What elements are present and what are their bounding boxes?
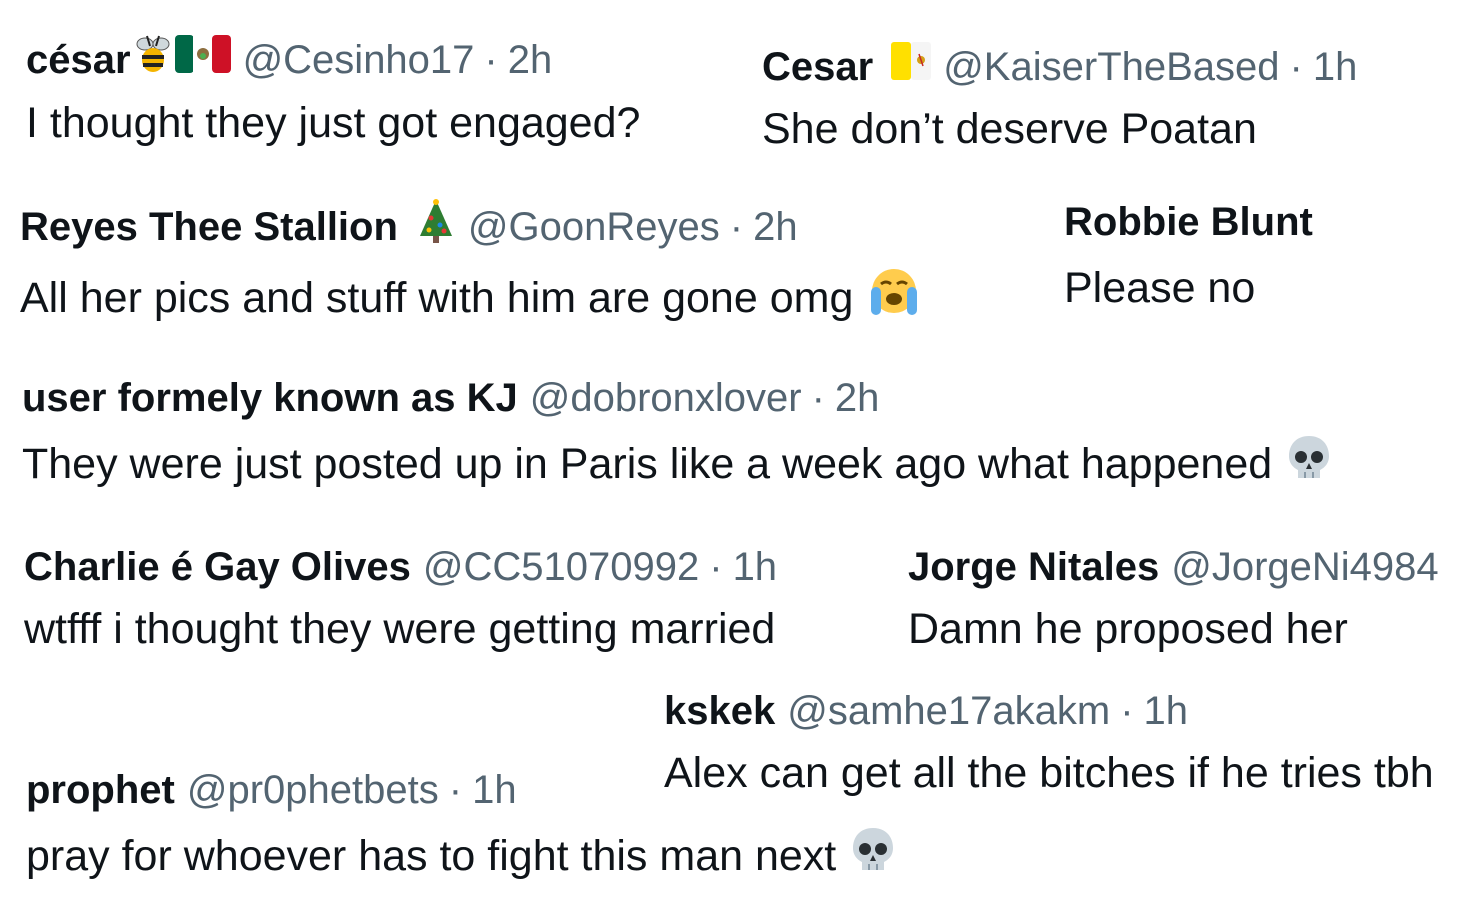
- user-handle[interactable]: @JorgeNi4984: [1171, 543, 1438, 591]
- reply-cesinho17: césar @Cesinho17 · 2h I thought they jus…: [26, 34, 640, 149]
- separator-dot: ·: [1120, 689, 1134, 733]
- reply-header: Charlie é Gay Olives @CC51070992 · 1h: [24, 543, 777, 591]
- reply-header: Cesar @KaiserTheBased · 1h: [762, 42, 1357, 91]
- display-name[interactable]: césar: [26, 36, 131, 84]
- display-name[interactable]: Reyes Thee Stallion: [20, 203, 398, 251]
- timestamp[interactable]: 2h: [508, 36, 553, 84]
- user-handle[interactable]: @CC51070992: [423, 543, 699, 591]
- separator-dot: ·: [484, 37, 498, 82]
- separator-dot: ·: [729, 204, 744, 249]
- skull-icon: [1286, 434, 1332, 494]
- separator-dot: ·: [709, 545, 723, 589]
- reply-header: kskek @samhe17akakm · 1h: [664, 687, 1434, 735]
- reply-goonreyes: Reyes Thee Stallion @GoonReyes · 2h All …: [20, 198, 921, 329]
- reply-header: Robbie Blunt: [1064, 198, 1364, 246]
- reply-cc51070992: Charlie é Gay Olives @CC51070992 · 1h wt…: [24, 543, 777, 655]
- reply-text: pray for whoever has to fight this man n…: [26, 832, 837, 880]
- display-name[interactable]: user formely known as KJ: [22, 374, 518, 422]
- reply-text-row: pray for whoever has to fight this man n…: [26, 826, 896, 886]
- display-name[interactable]: Robbie Blunt: [1064, 198, 1313, 246]
- user-handle[interactable]: @Cesinho17: [243, 36, 475, 84]
- reply-text: I thought they just got engaged?: [26, 99, 641, 147]
- reply-jorgeni4984: Jorge Nitales @JorgeNi4984 Damn he propo…: [908, 543, 1460, 655]
- user-handle[interactable]: @GoonReyes: [468, 203, 720, 251]
- timestamp[interactable]: 1h: [1144, 687, 1189, 735]
- display-name[interactable]: Jorge Nitales: [908, 543, 1159, 591]
- separator-dot: ·: [1289, 44, 1303, 89]
- skull-icon: [850, 826, 896, 886]
- separator-dot: ·: [811, 376, 825, 420]
- display-name[interactable]: Charlie é Gay Olives: [24, 543, 411, 591]
- timestamp[interactable]: 2h: [753, 203, 798, 251]
- reply-text: Damn he proposed her: [908, 605, 1348, 653]
- display-name[interactable]: Cesar: [762, 43, 873, 91]
- reply-header: Reyes Thee Stallion @GoonReyes · 2h: [20, 198, 921, 255]
- reply-robbie-blunt: Robbie Blunt Please no: [1064, 198, 1364, 314]
- christmas-tree-icon: [416, 198, 456, 255]
- reply-pr0phetbets: prophet @pr0phetbets · 1h pray for whoev…: [26, 766, 896, 886]
- reply-text-row: All her pics and stuff with him are gone…: [20, 267, 921, 329]
- timestamp[interactable]: 1h: [472, 766, 517, 814]
- reply-header: césar @Cesinho17 · 2h: [26, 34, 640, 85]
- reply-header: Jorge Nitales @JorgeNi4984: [908, 543, 1460, 591]
- reply-text: Please no: [1064, 264, 1256, 312]
- reply-dobronxlover: user formely known as KJ @dobronxlover ·…: [22, 374, 1332, 494]
- reply-text: wtfff i thought they were getting marrie…: [24, 605, 776, 653]
- display-name[interactable]: prophet: [26, 766, 175, 814]
- user-handle[interactable]: @KaiserTheBased: [943, 43, 1279, 91]
- reply-header: prophet @pr0phetbets · 1h: [26, 766, 896, 814]
- timestamp[interactable]: 1h: [733, 543, 778, 591]
- reply-text: They were just posted up in Paris like a…: [22, 440, 1273, 488]
- vatican-flag-icon: [891, 42, 932, 91]
- user-handle[interactable]: @pr0phetbets: [187, 766, 439, 814]
- reply-kaiserthebased: Cesar @KaiserTheBased · 1h She don’t des…: [762, 42, 1357, 155]
- reply-text: She don’t deserve Poatan: [762, 105, 1257, 153]
- reply-text: All her pics and stuff with him are gone…: [20, 274, 854, 322]
- separator-dot: ·: [448, 768, 463, 812]
- user-handle[interactable]: @dobronxlover: [530, 374, 802, 422]
- display-name[interactable]: kskek: [664, 687, 775, 735]
- timestamp[interactable]: 1h: [1313, 43, 1358, 91]
- mexico-flag-icon: [174, 35, 231, 84]
- bee-icon: [135, 34, 171, 85]
- reply-text-row: They were just posted up in Paris like a…: [22, 434, 1332, 494]
- timestamp[interactable]: 2h: [835, 374, 880, 422]
- reply-header: user formely known as KJ @dobronxlover ·…: [22, 374, 1332, 422]
- user-handle[interactable]: @samhe17akakm: [787, 687, 1110, 735]
- crying-face-icon: [867, 267, 921, 329]
